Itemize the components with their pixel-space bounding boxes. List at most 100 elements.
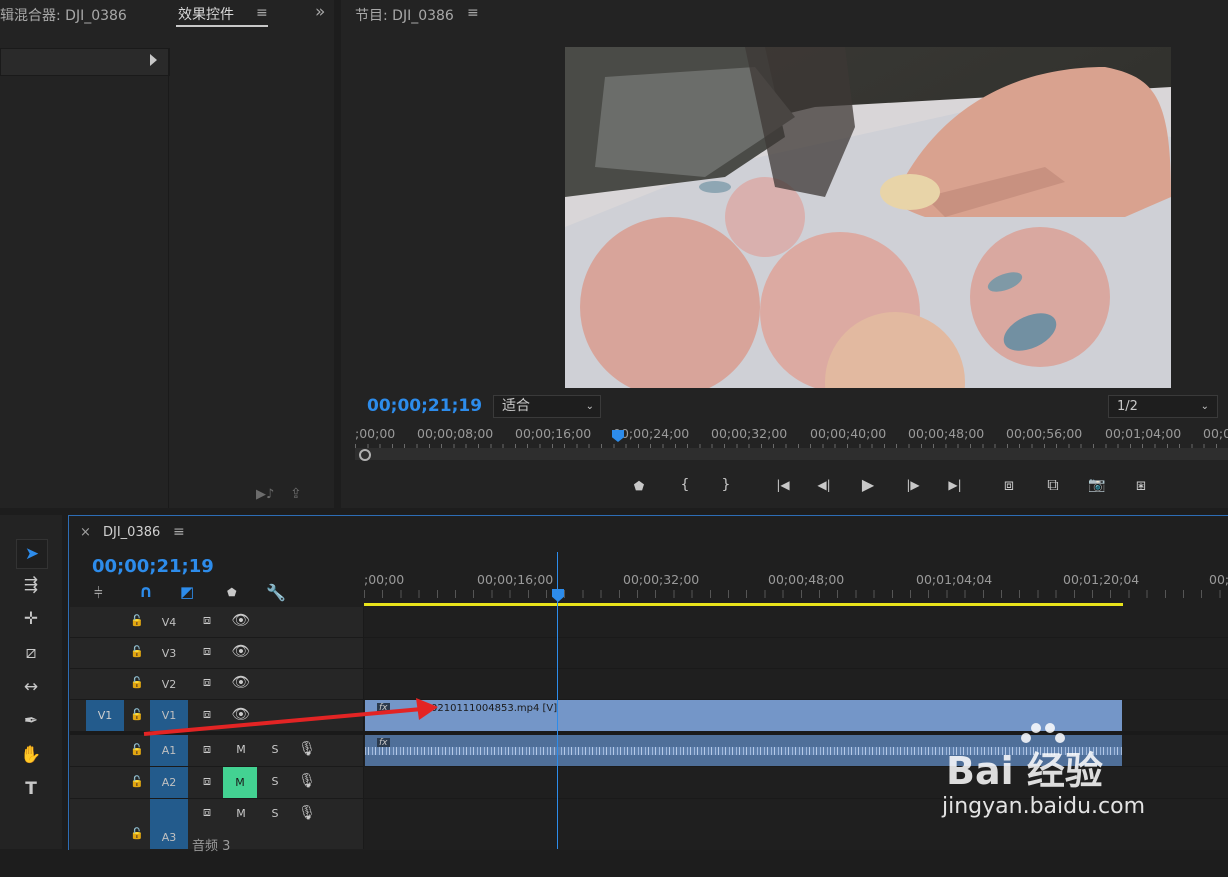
export-icon[interactable]: ⇪: [290, 486, 302, 502]
step-back-button[interactable]: ◀|: [812, 475, 836, 495]
tools-panel: ➤ ⇶ ✛ ⧄ ↔ ✒ ✋ T: [0, 515, 62, 849]
sequence-tab[interactable]: DJI_0386: [103, 525, 160, 540]
source-patch-v1[interactable]: V1: [86, 700, 124, 731]
program-scrub-bar[interactable]: [355, 448, 1228, 460]
track-name[interactable]: V4: [150, 616, 188, 629]
sync-lock-icon[interactable]: ⧈: [196, 742, 218, 757]
linked-selection-icon[interactable]: ◩: [180, 583, 194, 601]
chevron-down-icon: ⌄: [1200, 401, 1209, 412]
solo-button[interactable]: S: [264, 775, 286, 788]
pen-tool-icon[interactable]: ✒: [16, 707, 46, 735]
sync-lock-icon[interactable]: ⧈: [196, 644, 218, 659]
video-clip[interactable]: fx 0210111004853.mp4 [V]: [365, 700, 1122, 731]
add-marker-icon[interactable]: ⬟: [227, 586, 237, 599]
lock-icon[interactable]: 🔓: [126, 775, 148, 788]
program-timecode[interactable]: 00;00;21;19: [367, 396, 482, 416]
go-to-out-button[interactable]: ▶|: [943, 475, 967, 495]
sync-lock-icon[interactable]: ⧈: [196, 613, 218, 628]
track-name[interactable]: V3: [150, 647, 188, 660]
eye-icon[interactable]: 👁: [230, 642, 252, 660]
tab-audio-mixer[interactable]: 辑混合器: DJI_0386: [0, 5, 127, 25]
timeline-timecode[interactable]: 00;00;21;19: [92, 556, 214, 577]
fit-dropdown[interactable]: 适合 ⌄: [493, 395, 601, 418]
microphone-icon[interactable]: 🎙: [296, 773, 318, 789]
play-button[interactable]: ▶: [856, 475, 880, 495]
microphone-icon[interactable]: 🎙: [296, 805, 318, 821]
watermark-paw-icon: [1018, 720, 1068, 750]
step-forward-button[interactable]: |▶: [901, 475, 925, 495]
type-tool-icon[interactable]: T: [16, 775, 46, 803]
ruler-label: 00;00;48;00: [908, 426, 985, 441]
nest-icon[interactable]: ⫩: [94, 584, 103, 602]
track-select-tool-icon[interactable]: ⇶: [16, 571, 46, 599]
slip-tool-icon[interactable]: ↔: [16, 673, 46, 701]
active-tab-underline: [176, 25, 268, 27]
add-marker-button[interactable]: ⬟: [627, 476, 651, 496]
compare-view-button[interactable]: ⧆: [1129, 475, 1153, 495]
track-header: 🔓 A2 ⧈ M S 🎙: [70, 767, 363, 798]
settings-wrench-icon[interactable]: 🔧: [266, 583, 286, 602]
timeline-menu-icon[interactable]: ≡: [173, 524, 185, 540]
eye-icon[interactable]: 👁: [230, 611, 252, 629]
solo-button[interactable]: S: [264, 743, 286, 756]
tab-effect-controls[interactable]: 效果控件: [178, 4, 234, 24]
ruler-label: 00;00;48;00: [768, 572, 845, 587]
lock-icon[interactable]: 🔓: [126, 743, 148, 756]
ruler-label: 00;00;56;00: [1006, 426, 1083, 441]
chevron-down-icon: ⌄: [585, 401, 594, 412]
razor-tool-icon[interactable]: ⧄: [16, 639, 46, 667]
eye-icon[interactable]: 👁: [230, 673, 252, 691]
resolution-dropdown-value: 1/2: [1117, 399, 1138, 414]
export-frame-button[interactable]: 📷: [1085, 475, 1109, 495]
ruler-label: 00;01;04;04: [916, 572, 993, 587]
effect-controls-panel: 辑混合器: DJI_0386 效果控件 ≡ » ▶♪ ⇪: [0, 0, 334, 508]
mute-button-active[interactable]: M: [223, 767, 257, 798]
program-monitor-title: 节目: DJI_0386: [355, 8, 454, 24]
mute-button[interactable]: M: [230, 807, 252, 820]
selection-tool-icon[interactable]: ➤: [16, 539, 48, 569]
track-name[interactable]: A3: [150, 799, 188, 849]
microphone-icon[interactable]: 🎙: [296, 741, 318, 757]
ruler-label: 00;00;40;00: [810, 426, 887, 441]
zoom-handle[interactable]: [359, 449, 371, 461]
lock-icon[interactable]: 🔓: [126, 827, 148, 840]
panel-menu-icon[interactable]: ≡: [256, 5, 268, 21]
lock-icon[interactable]: 🔓: [126, 645, 148, 658]
close-icon[interactable]: ×: [80, 525, 91, 540]
track-header: 🔓 A3 ⧈ M S 🎙 音频 3: [70, 799, 363, 854]
track-name[interactable]: A2: [150, 767, 188, 798]
work-area-bar[interactable]: [364, 603, 1123, 606]
extract-button[interactable]: ⧉: [1041, 475, 1065, 495]
mute-button[interactable]: M: [230, 743, 252, 756]
track-header: 🔓 V2 ⧈ 👁: [70, 669, 363, 699]
playhead-line: [557, 552, 558, 849]
ripple-edit-tool-icon[interactable]: ✛: [16, 605, 46, 633]
lift-button[interactable]: ⧈: [997, 475, 1021, 495]
sync-lock-icon[interactable]: ⧈: [196, 675, 218, 690]
lock-icon[interactable]: 🔓: [126, 614, 148, 627]
mark-in-button[interactable]: {: [673, 475, 697, 495]
ruler-label: 00;01;04;00: [1105, 426, 1182, 441]
watermark-url: jingyan.baidu.com: [942, 794, 1146, 819]
overflow-icon[interactable]: »: [315, 2, 325, 22]
track-v4: 🔓 V4 ⧈ 👁: [70, 607, 1228, 638]
hand-tool-icon[interactable]: ✋: [16, 741, 46, 769]
program-menu-icon[interactable]: ≡: [467, 5, 479, 21]
ruler-label: ;00;00: [364, 572, 405, 587]
ruler-label: 00;: [1209, 572, 1228, 587]
fit-dropdown-value: 适合: [502, 398, 530, 414]
track-name[interactable]: V2: [150, 678, 188, 691]
ruler-label: ;00;00: [355, 426, 396, 441]
sync-lock-icon[interactable]: ⧈: [196, 805, 218, 820]
go-to-in-button[interactable]: |◀: [771, 475, 795, 495]
expand-arrow-icon[interactable]: [150, 54, 157, 66]
lock-icon[interactable]: 🔓: [126, 676, 148, 689]
solo-button[interactable]: S: [264, 807, 286, 820]
sync-lock-icon[interactable]: ⧈: [196, 774, 218, 789]
filter-audio-icon[interactable]: ▶♪: [256, 487, 274, 502]
mark-out-button[interactable]: }: [714, 475, 738, 495]
resolution-dropdown[interactable]: 1/2 ⌄: [1108, 395, 1218, 418]
snap-magnet-icon[interactable]: ∩: [139, 582, 153, 602]
ruler-label: 00;00;08;00: [417, 426, 494, 441]
ruler-label: 00;00;16;00: [477, 572, 554, 587]
